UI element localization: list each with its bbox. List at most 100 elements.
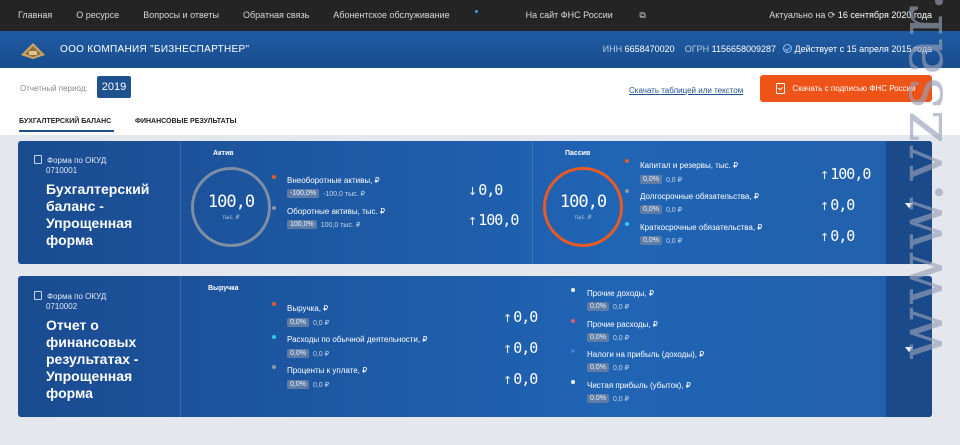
result-item-value: ↑ 0,0 <box>503 370 538 388</box>
asset-item-value: ↓ 0,0 <box>468 181 503 199</box>
liability-item-label: Капитал и резервы, тыс. ₽ <box>640 161 739 170</box>
legend-dot <box>625 189 629 193</box>
change-percent: 0,0% <box>640 175 662 184</box>
legend-dot <box>571 349 575 353</box>
change-percent: 0,0% <box>287 349 309 358</box>
liability-item-change: 0,0% 0,0 ₽ <box>640 175 682 184</box>
result-item-label: Проценты к уплате, ₽ <box>287 366 368 375</box>
result-item-label: Выручка, ₽ <box>287 304 329 313</box>
change-percent: 0,0% <box>640 205 662 214</box>
period-year-select[interactable]: 2019 <box>97 76 131 98</box>
change-value: 0,0 ₽ <box>312 381 330 389</box>
nav-home[interactable]: Главная <box>18 10 52 21</box>
asset-item-change: 100,0% 100,0 тыс. ₽ <box>287 220 360 229</box>
change-percent: 0,0% <box>287 380 309 389</box>
asset-item-value: ↑ 100,0 <box>468 211 519 229</box>
result-item-change: 0,0% 0,0 ₽ <box>587 394 629 403</box>
change-value: -100,0 тыс. ₽ <box>323 190 365 198</box>
form-title: Отчет о финансовых результатах - Упрощен… <box>46 317 139 401</box>
top-navigation: Главная О ресурсе Вопросы и ответы Обрат… <box>0 0 960 31</box>
liability-item-big: 100,0 <box>830 165 871 183</box>
divider <box>180 141 181 264</box>
nav-faq[interactable]: Вопросы и ответы <box>143 10 219 21</box>
change-value: 0,0 ₽ <box>312 319 330 327</box>
download-table-link[interactable]: Скачать таблицей или текстом <box>629 86 743 95</box>
tab-active-indicator <box>19 130 114 132</box>
result-item-label: Расходы по обычной деятельности, ₽ <box>287 335 428 344</box>
asset-item-big: 100,0 <box>478 211 519 229</box>
liability-item-value: ↑ 0,0 <box>820 196 855 214</box>
arrow-up-icon: ↑ <box>820 231 829 244</box>
period-label: Отчетный период: <box>20 84 88 93</box>
result-item-label: Налоги на прибыль (доходы), ₽ <box>587 350 705 359</box>
change-percent: 100,0% <box>287 220 317 229</box>
new-dot-icon <box>474 10 478 13</box>
legend-dot <box>272 206 276 210</box>
change-value: 0,0 ₽ <box>612 303 630 311</box>
legend-dot <box>272 302 276 306</box>
actual-prefix: Актуально на <box>769 10 826 20</box>
arrow-up-icon: ↑ <box>503 374 512 387</box>
change-value: 0,0 ₽ <box>612 334 630 342</box>
nav-feedback[interactable]: Обратная связь <box>243 10 309 21</box>
nav-subscription[interactable]: Абонентское обслуживание <box>333 10 501 21</box>
legend-dot <box>571 380 575 384</box>
inn-value: 6658470020 <box>624 44 675 54</box>
change-percent: -100,0% <box>287 189 320 198</box>
document-icon <box>34 155 42 164</box>
check-circle-icon <box>782 44 792 53</box>
legend-dot <box>272 175 276 179</box>
arrow-up-icon: ↑ <box>503 312 512 325</box>
result-item-change: 0,0% 0,0 ₽ <box>587 333 629 342</box>
okud-code: 0710002 <box>46 302 78 311</box>
change-value: 0,0 ₽ <box>312 350 330 358</box>
result-item-label: Прочие расходы, ₽ <box>587 320 658 329</box>
legend-dot <box>272 365 276 369</box>
balance-card: Форма по ОКУД 0710001 Бухгалтерский бала… <box>18 141 932 264</box>
company-logo-icon <box>21 42 45 59</box>
ogrn-label: ОГРН <box>684 44 710 54</box>
change-value: 0,0 ₽ <box>612 395 630 403</box>
nav-subscription-label: Абонентское обслуживание <box>333 10 450 20</box>
result-item-big: 0,0 <box>513 370 538 388</box>
nav-fns-site[interactable]: На сайт ФНС России ⧉ <box>526 10 670 21</box>
legend-dot <box>571 288 575 292</box>
tab-financial-results[interactable]: ФИНАНСОВЫЕ РЕЗУЛЬТАТЫ <box>135 118 236 125</box>
result-item-label: Чистая прибыль (убыток), ₽ <box>587 381 691 390</box>
liability-item-big: 0,0 <box>830 196 855 214</box>
divider <box>532 141 533 264</box>
asset-item-change: -100,0% -100,0 тыс. ₽ <box>287 189 365 198</box>
liability-item-change: 0,0% 0,0 ₽ <box>640 236 682 245</box>
liability-item-big: 0,0 <box>830 227 855 245</box>
liability-ring: 100,0 тыс. ₽ <box>543 167 623 247</box>
okud-header: Форма по ОКУД <box>34 291 106 301</box>
external-link-icon: ⧉ <box>639 10 646 20</box>
tab-balance[interactable]: БУХГАЛТЕРСКИЙ БАЛАНС <box>19 118 111 125</box>
result-item-change: 0,0% 0,0 ₽ <box>287 380 329 389</box>
financial-results-card: Форма по ОКУД 0710002 Отчет о финансовых… <box>18 276 932 417</box>
result-item-change: 0,0% 0,0 ₽ <box>587 363 629 372</box>
form-title: Бухгалтерский баланс - Упрощенная форма <box>46 181 150 248</box>
asset-ring: 100,0 тыс. ₽ <box>191 167 271 247</box>
change-percent: 0,0% <box>587 363 609 372</box>
asset-title: Актив <box>213 150 234 157</box>
change-value: 100,0 тыс. ₽ <box>320 221 361 229</box>
okud-label: Форма по ОКУД <box>47 292 107 301</box>
liability-item-value: ↑ 100,0 <box>820 165 871 183</box>
change-percent: 0,0% <box>287 318 309 327</box>
legend-dot <box>625 222 629 226</box>
divider <box>180 276 181 417</box>
asset-item-label: Оборотные активы, тыс. ₽ <box>287 207 386 216</box>
change-value: 0,0 ₽ <box>665 237 683 245</box>
legend-dot <box>625 159 629 163</box>
result-item-big: 0,0 <box>513 339 538 357</box>
change-percent: 0,0% <box>587 394 609 403</box>
result-item-big: 0,0 <box>513 308 538 326</box>
change-percent: 0,0% <box>587 302 609 311</box>
okud-label: Форма по ОКУД <box>47 156 107 165</box>
company-details: ИНН 6658470020 ОГРН 1156658009287 Действ… <box>603 44 932 54</box>
download-file-icon <box>776 83 786 94</box>
nav-about[interactable]: О ресурсе <box>76 10 119 21</box>
change-value: 0,0 ₽ <box>612 364 630 372</box>
result-item-value: ↑ 0,0 <box>503 339 538 357</box>
